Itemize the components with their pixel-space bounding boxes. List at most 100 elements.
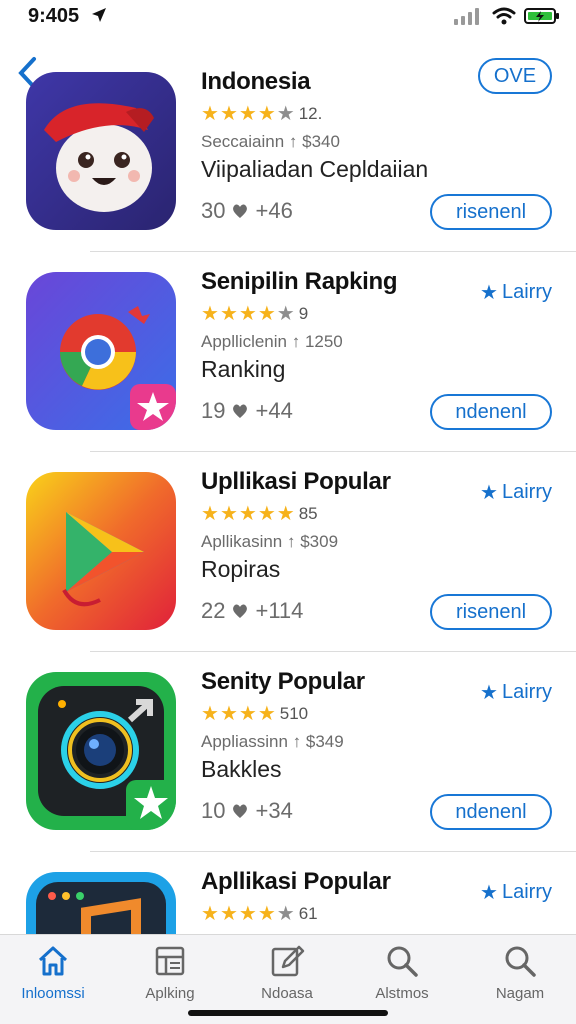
install-button[interactable]: ndenenl — [430, 394, 552, 430]
meta-right: +44 — [255, 398, 293, 423]
heart-icon — [233, 404, 248, 418]
tab-label: Ndoasa — [261, 985, 313, 1002]
install-button[interactable]: risenenl — [430, 594, 552, 630]
rating: ★ ★ ★ ★ ★ 85 — [201, 504, 318, 524]
star-icon: ★ — [276, 103, 295, 125]
star-icon: ★ — [238, 103, 257, 125]
tab-label: Inloomssi — [21, 985, 85, 1002]
status-time: 9:405 — [28, 5, 80, 27]
star-rating: ★ ★ ★ ★ — [201, 704, 276, 724]
star-icon: ★ — [257, 503, 276, 525]
home-indicator[interactable] — [188, 1010, 388, 1016]
browser-icon[interactable] — [26, 272, 176, 430]
star-rating: ★ ★ ★ ★ ★ — [201, 304, 295, 324]
star-icon: ★ — [201, 903, 219, 925]
rating: ★ ★ ★ ★ 510 — [201, 704, 308, 724]
app-title: Senity Popular — [201, 668, 365, 695]
star-icon: ★ — [201, 103, 219, 125]
app-title: Apllikasi Popular — [201, 868, 391, 895]
app-description: Ropiras — [201, 556, 281, 582]
star-icon: ★ — [257, 303, 276, 325]
app-title: Senipilin Rapking — [201, 268, 398, 295]
app-title: Upllikasi Popular — [201, 468, 391, 495]
star-icon: ★ — [480, 482, 498, 504]
app-row[interactable]: Senipilin Rapking ★ ★ ★ ★ ★ 9 Applliclenin ↑… — [0, 252, 576, 452]
meta-left: 19 — [201, 398, 226, 423]
tab-edit[interactable]: Ndoasa — [237, 943, 337, 1002]
star-icon: ★ — [219, 903, 238, 925]
star-rating: ★ ★ ★ ★ ★ — [201, 904, 295, 924]
search-icon — [505, 946, 536, 977]
cartoon-face-icon[interactable] — [26, 72, 176, 230]
battery-icon — [524, 8, 559, 24]
star-icon: ★ — [238, 503, 257, 525]
meta-right: +34 — [255, 798, 293, 823]
rating-count: 61 — [298, 904, 318, 923]
tab-home[interactable]: Inloomssi — [3, 943, 103, 1002]
star-link[interactable]: ★ Lairry — [480, 480, 552, 505]
rating-count: 510 — [279, 704, 309, 723]
camera-icon[interactable] — [26, 672, 176, 830]
star-icon: ★ — [480, 882, 498, 904]
star-icon: ★ — [238, 903, 257, 925]
star-link-label: Lairry — [501, 481, 552, 503]
star-rating: ★ ★ ★ ★ ★ — [201, 504, 295, 524]
app-subtitle: Applliclenin ↑ 1250 — [201, 332, 343, 351]
app-list: Indonesia ★ ★ ★ ★ ★ 12. Seccaiainn ↑ $340 Vi… — [0, 52, 576, 1024]
tab-apps[interactable]: Aplking — [120, 943, 220, 1002]
star-icon: ★ — [219, 103, 238, 125]
rating: ★ ★ ★ ★ ★ 12. — [201, 104, 322, 124]
star-link-label: Lairry — [501, 881, 552, 903]
star-icon: ★ — [276, 303, 295, 325]
install-button[interactable]: ndenenl — [430, 794, 552, 830]
play-icon[interactable] — [26, 472, 176, 630]
meta-right: +114 — [255, 598, 304, 623]
star-icon: ★ — [238, 703, 257, 725]
star-link-label: Lairry — [501, 681, 552, 703]
star-icon: ★ — [219, 703, 238, 725]
apps-icon — [155, 946, 185, 976]
star-icon: ★ — [257, 903, 276, 925]
search-icon — [387, 946, 418, 977]
status-bar: 9:405 — [0, 0, 576, 34]
star-link[interactable]: ★ Lairry — [480, 280, 552, 305]
app-row[interactable]: Indonesia ★ ★ ★ ★ ★ 12. Seccaiainn ↑ $340 Vi… — [0, 52, 576, 252]
app-row[interactable]: Upllikasi Popular ★ ★ ★ ★ ★ 85 Apllikasinn ↑… — [0, 452, 576, 652]
star-icon: ★ — [276, 503, 295, 525]
app-meta: 22 +114 — [201, 598, 303, 624]
rating: ★ ★ ★ ★ ★ 9 — [201, 304, 308, 324]
star-icon: ★ — [480, 682, 498, 704]
app-meta: 30 +46 — [201, 198, 293, 224]
tab-search-2[interactable]: Nagam — [470, 943, 570, 1002]
app-description: Ranking — [201, 356, 286, 382]
rating-count: 12. — [298, 104, 323, 123]
star-link-label: Lairry — [501, 281, 552, 303]
app-meta: 19 +44 — [201, 398, 293, 424]
install-button[interactable]: risenenl — [430, 194, 552, 230]
app-description: Bakkles — [201, 756, 282, 782]
signal-icon — [454, 8, 479, 25]
app-title: Indonesia — [201, 68, 311, 95]
star-link[interactable]: ★ Lairry — [480, 680, 552, 705]
meta-left: 10 — [201, 798, 226, 823]
get-button[interactable]: OVE — [478, 58, 552, 94]
app-meta: 10 +34 — [201, 798, 293, 824]
status-icons — [454, 7, 560, 25]
star-icon: ★ — [201, 303, 219, 325]
star-icon: ★ — [201, 503, 219, 525]
wifi-icon — [492, 7, 516, 25]
app-subtitle: Seccaiainn ↑ $340 — [201, 132, 340, 151]
star-icon: ★ — [257, 703, 276, 725]
heart-icon — [233, 604, 248, 618]
heart-icon — [233, 204, 248, 218]
star-icon: ★ — [257, 103, 276, 125]
meta-left: 22 — [201, 598, 226, 623]
location-arrow-icon — [92, 8, 106, 22]
star-icon: ★ — [201, 703, 219, 725]
rating-count: 85 — [298, 504, 318, 523]
star-link[interactable]: ★ Lairry — [480, 880, 552, 905]
app-row[interactable]: Senity Popular ★ ★ ★ ★ 510 Appliassinn ↑ $3… — [0, 652, 576, 852]
app-subtitle: Appliassinn ↑ $349 — [201, 732, 344, 751]
tab-search[interactable]: Alstmos — [352, 943, 452, 1002]
meta-left: 30 — [201, 198, 226, 223]
